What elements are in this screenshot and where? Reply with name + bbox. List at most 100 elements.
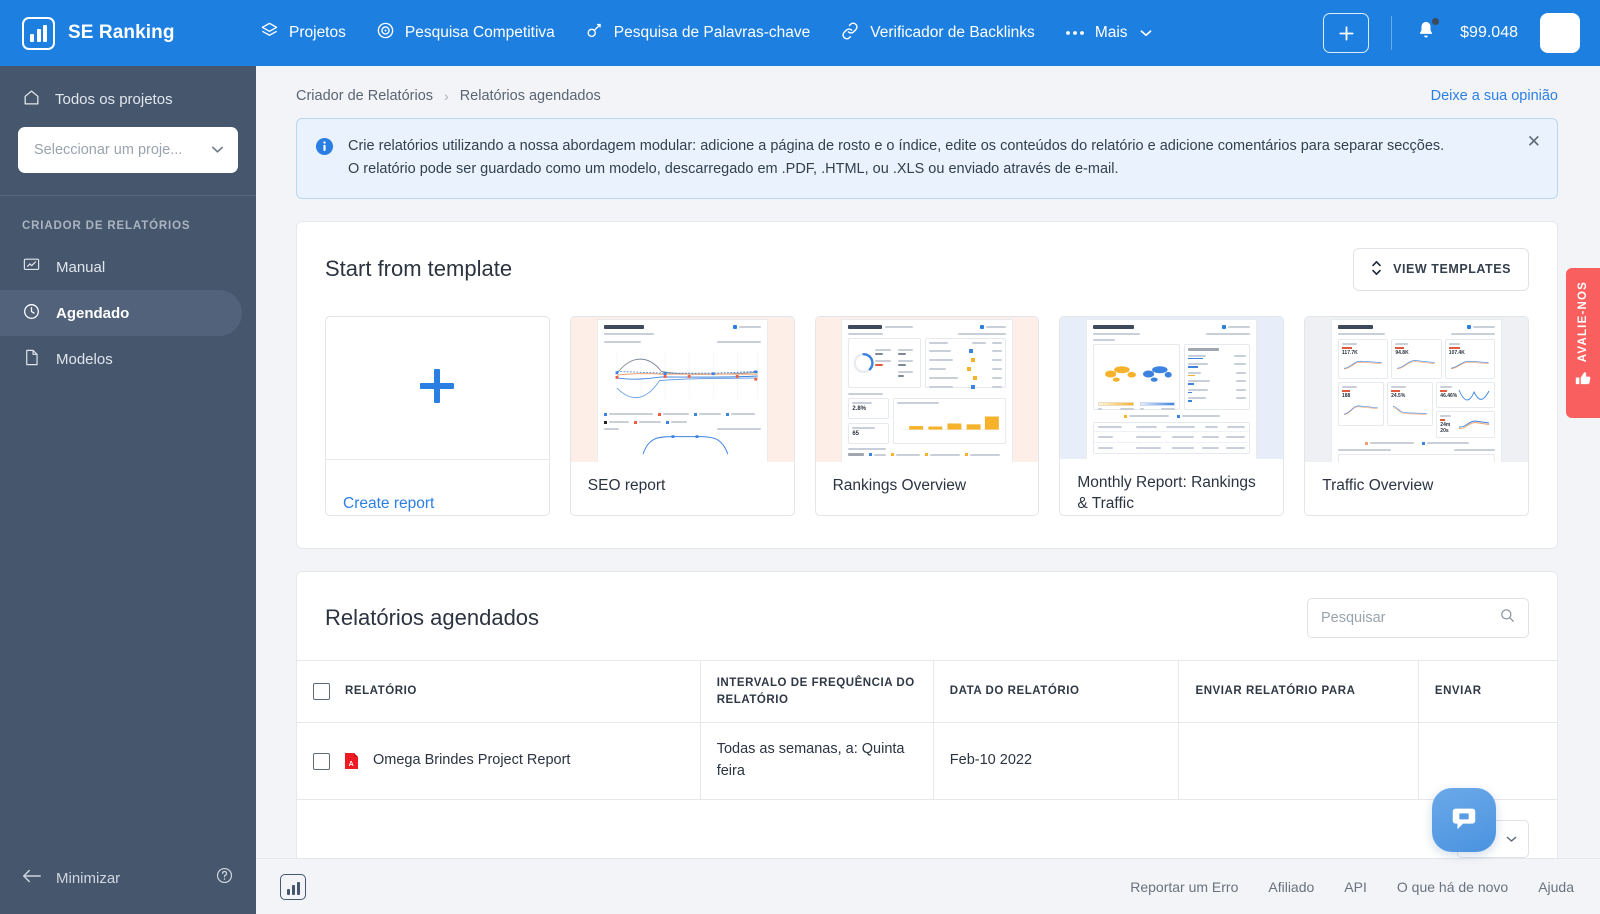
info-banner-text: Crie relatórios utilizando a nossa abord… <box>348 135 1474 182</box>
footer-link-afiliado[interactable]: Afiliado <box>1268 879 1314 895</box>
thumbs-up-icon <box>1574 370 1592 393</box>
page-footer: Reportar um Erro Afiliado API O que há d… <box>256 858 1600 914</box>
sidebar-item-agendado[interactable]: Agendado <box>0 290 242 336</box>
help-icon[interactable] <box>215 866 234 890</box>
scheduled-reports-header: Relatórios agendados <box>297 572 1557 660</box>
avatar[interactable] <box>1540 13 1580 53</box>
nav-item-label: Pesquisa de Palavras-chave <box>613 24 811 41</box>
table-header: RELATÓRIO INTERVALO DE FREQUÊNCIA DO REL… <box>297 659 1557 724</box>
table-header-row: RELATÓRIO INTERVALO DE FREQUÊNCIA DO REL… <box>297 659 1557 724</box>
select-all-checkbox[interactable] <box>313 683 330 701</box>
template-thumbnail-traffic: 117.7K 94.8K 107.4K 188 24.5% 46.46% 24m… <box>1305 316 1528 462</box>
templates-card-header: Start from template VIEW TEMPLATES <box>297 222 1557 291</box>
nav-item-verificador-backlinks[interactable]: Verificador de Backlinks <box>840 21 1035 46</box>
footer-link-api[interactable]: API <box>1344 879 1367 895</box>
table-footer: 20 <box>297 800 1557 858</box>
row-checkbox[interactable] <box>313 752 330 770</box>
table-body: A Omega Brindes Project Report Todas as … <box>297 722 1557 800</box>
sidebar-item-modelos[interactable]: Modelos <box>0 336 256 382</box>
svg-text:A: A <box>349 761 354 768</box>
chat-widget-button[interactable] <box>1432 788 1496 852</box>
sidebar-item-all-projects[interactable]: Todos os projetos <box>0 82 256 121</box>
minimize-sidebar-label[interactable]: Minimizar <box>56 870 120 887</box>
template-card-label: Monthly Report: Rankings & Traffic <box>1077 474 1256 513</box>
chevron-down-icon <box>211 142 224 158</box>
sidebar-item-label: Manual <box>56 258 106 276</box>
target-icon <box>376 21 395 45</box>
feedback-link[interactable]: Deixe a sua opinião <box>1431 88 1580 104</box>
rate-us-tab[interactable]: AVALIE-NOS <box>1566 268 1600 418</box>
column-header-send: ENVIAR <box>1418 659 1557 724</box>
pdf-icon: A <box>344 752 359 770</box>
se-ranking-logo-icon <box>22 16 55 50</box>
chevron-down-icon <box>1140 24 1152 42</box>
key-icon <box>585 21 604 45</box>
sidebar-item-manual[interactable]: Manual <box>0 244 256 290</box>
breadcrumb-root[interactable]: Criador de Relatórios <box>296 88 433 104</box>
account-balance[interactable]: $99.048 <box>1460 24 1518 42</box>
brand-name: SE Ranking <box>68 22 175 43</box>
cell-date: Feb-10 2022 <box>933 722 1180 800</box>
template-card-rankings-overview[interactable]: 2.8% 65 Rankings Overview <box>814 315 1040 516</box>
template-card-traffic-overview[interactable]: 117.7K 94.8K 107.4K 188 24.5% 46.46% 24m… <box>1304 315 1529 516</box>
main-content: Criador de Relatórios › Relatórios agend… <box>256 66 1600 914</box>
column-header-report: RELATÓRIO <box>297 659 701 724</box>
main-scroll-area: Criador de Relatórios › Relatórios agend… <box>256 66 1600 858</box>
search-icon <box>1500 608 1515 628</box>
notification-badge <box>1431 17 1441 26</box>
se-ranking-footer-logo-icon <box>280 873 306 900</box>
brand-logo-area[interactable]: SE Ranking <box>0 16 256 50</box>
sidebar-item-label: Agendado <box>56 304 130 322</box>
template-card-monthly-report[interactable]: Monthly Report: Rankings & Traffic <box>1059 315 1285 516</box>
column-header-send-to: ENVIAR RELATÓRIO PARA <box>1178 659 1419 724</box>
presentation-icon <box>22 256 41 279</box>
nav-item-pesquisa-competitiva[interactable]: Pesquisa Competitiva <box>376 21 555 45</box>
cell-send <box>1418 722 1557 800</box>
footer-link-novidades[interactable]: O que há de novo <box>1397 879 1508 895</box>
link-icon <box>840 21 860 46</box>
clock-icon <box>22 302 41 325</box>
scheduled-reports-card: Relatórios agendados Pesquisar RELATÓRIO… <box>296 570 1558 858</box>
template-card-seo-report[interactable]: SEO report <box>569 315 795 516</box>
report-name-label: Omega Brindes Project Report <box>373 752 571 769</box>
footer-link-reportar-erro[interactable]: Reportar um Erro <box>1130 879 1238 895</box>
templates-card: Start from template VIEW TEMPLATES Creat… <box>296 220 1558 549</box>
add-button[interactable] <box>1323 13 1370 53</box>
top-nav-right-area: $99.048 <box>1323 13 1600 53</box>
notifications-button[interactable] <box>1416 17 1441 46</box>
column-header-label: RELATÓRIO <box>345 685 417 698</box>
chevron-down-icon <box>1506 830 1517 847</box>
template-card-label: Rankings Overview <box>832 476 967 494</box>
nav-item-label: Mais <box>1094 24 1128 41</box>
info-icon <box>315 137 334 182</box>
close-icon[interactable]: ✕ <box>1527 133 1541 150</box>
info-banner-line-1: Crie relatórios utilizando a nossa abord… <box>348 138 1445 154</box>
footer-link-ajuda[interactable]: Ajuda <box>1538 879 1574 895</box>
template-thumbnail-seo <box>570 316 794 462</box>
column-header-date: DATA DO RELATÓRIO <box>933 659 1180 724</box>
template-card-label: Create report <box>343 495 435 513</box>
layers-icon <box>260 21 279 45</box>
sidebar-bottom: Minimizar <box>0 866 256 914</box>
view-templates-button[interactable]: VIEW TEMPLATES <box>1353 247 1529 291</box>
breadcrumb: Criador de Relatórios › Relatórios agend… <box>276 66 1580 118</box>
breadcrumb-current: Relatórios agendados <box>459 88 601 104</box>
sidebar-item-label: Modelos <box>56 350 113 368</box>
arrow-left-icon[interactable] <box>22 868 42 889</box>
top-nav-divider <box>1391 16 1393 50</box>
template-thumbnail-monthly <box>1060 316 1284 460</box>
nav-item-pesquisa-palavras-chave[interactable]: Pesquisa de Palavras-chave <box>585 21 810 45</box>
search-input[interactable] <box>1321 609 1492 626</box>
nav-item-projetos[interactable]: Projetos <box>260 21 346 45</box>
project-select[interactable]: Seleccionar um proje... <box>18 127 238 173</box>
search-box[interactable] <box>1307 597 1529 638</box>
cell-send-to <box>1178 722 1419 800</box>
home-icon <box>22 88 41 111</box>
table-row[interactable]: A Omega Brindes Project Report Todas as … <box>297 722 1557 800</box>
view-templates-label: VIEW TEMPLATES <box>1393 262 1511 277</box>
nav-item-mais[interactable]: Mais <box>1065 24 1152 42</box>
page-title: Start from template <box>325 256 513 282</box>
app-body: Todos os projetos Seleccionar um proje..… <box>0 66 1600 914</box>
template-card-create-report[interactable]: Create report <box>325 315 550 516</box>
cell-report-name: A Omega Brindes Project Report <box>297 722 701 800</box>
